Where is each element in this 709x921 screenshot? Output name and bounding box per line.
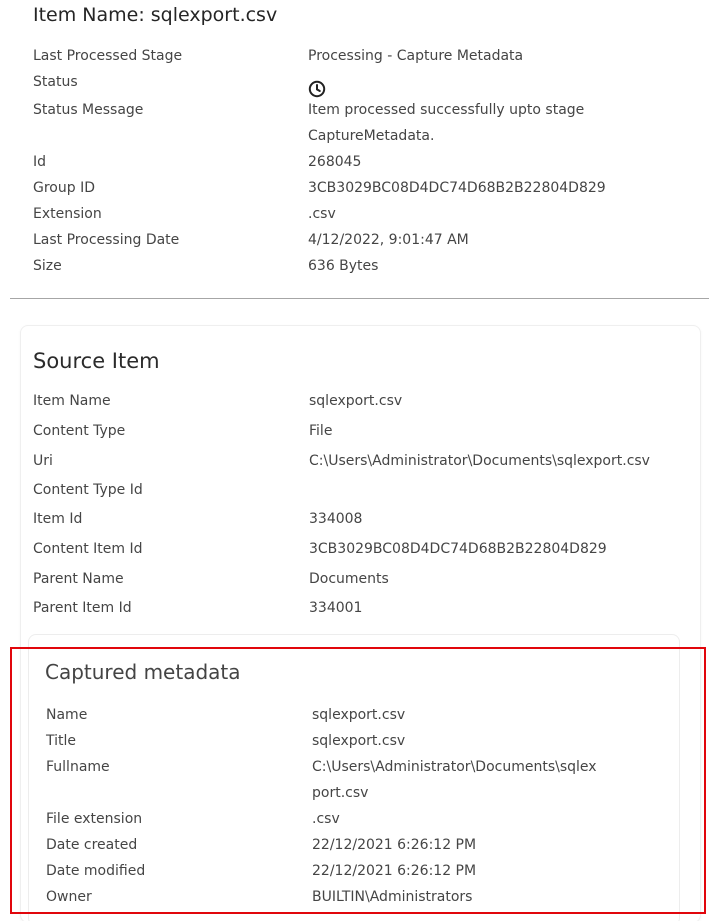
parent-name-value: Documents: [309, 571, 389, 587]
clock-icon: [308, 80, 326, 98]
metadata-fullname-value-line1: C:\Users\Administrator\Documents\sqlex: [312, 759, 597, 775]
metadata-file-extension-value: .csv: [312, 811, 340, 827]
last-processing-date-value: 4/12/2022, 9:01:47 AM: [308, 232, 469, 248]
id-value: 268045: [308, 154, 362, 170]
last-processed-stage-value: Processing - Capture Metadata: [308, 48, 524, 64]
size-label: Size: [33, 258, 62, 274]
content-item-id-label: Content Item Id: [33, 541, 143, 557]
source-item-heading: Source Item: [33, 349, 160, 373]
parent-name-label: Parent Name: [33, 571, 124, 587]
metadata-fullname-label: Fullname: [46, 759, 110, 775]
metadata-fullname-value-line2: port.csv: [312, 785, 369, 801]
metadata-date-created-label: Date created: [46, 837, 138, 853]
parent-item-id-label: Parent Item Id: [33, 600, 132, 616]
metadata-date-created-value: 22/12/2021 6:26:12 PM: [312, 837, 477, 853]
source-item-name-label: Item Name: [33, 393, 111, 409]
metadata-owner-value: BUILTIN\Administrators: [312, 889, 473, 905]
status-label: Status: [33, 74, 78, 90]
parent-item-id-value: 334001: [309, 600, 363, 616]
content-item-id-value: 3CB3029BC08D4DC74D68B2B22804D829: [309, 541, 607, 557]
metadata-name-label: Name: [46, 707, 88, 723]
item-name-heading: Item Name: sqlexport.csv: [33, 4, 278, 26]
last-processing-date-label: Last Processing Date: [33, 232, 180, 248]
metadata-title-label: Title: [46, 733, 77, 749]
status-message-label: Status Message: [33, 102, 144, 118]
content-type-value: File: [309, 423, 333, 439]
status-message-value-line1: Item processed successfully upto stage: [308, 102, 585, 118]
metadata-date-modified-label: Date modified: [46, 863, 146, 879]
captured-metadata-heading: Captured metadata: [45, 660, 241, 684]
content-type-id-label: Content Type Id: [33, 482, 143, 498]
content-type-label: Content Type: [33, 423, 126, 439]
status-message-value-line2: CaptureMetadata.: [308, 128, 435, 144]
last-processed-stage-label: Last Processed Stage: [33, 48, 183, 64]
group-id-value: 3CB3029BC08D4DC74D68B2B22804D829: [308, 180, 606, 196]
item-details-page: Item Name: sqlexport.csv Last Processed …: [0, 0, 709, 921]
uri-label: Uri: [33, 453, 53, 469]
uri-value: C:\Users\Administrator\Documents\sqlexpo…: [309, 453, 650, 469]
metadata-date-modified-value: 22/12/2021 6:26:12 PM: [312, 863, 477, 879]
metadata-file-extension-label: File extension: [46, 811, 143, 827]
metadata-owner-label: Owner: [46, 889, 92, 905]
item-id-value: 334008: [309, 511, 363, 527]
source-item-name-value: sqlexport.csv: [309, 393, 403, 409]
extension-label: Extension: [33, 206, 102, 222]
section-divider: [10, 298, 709, 299]
group-id-label: Group ID: [33, 180, 95, 196]
item-id-label: Item Id: [33, 511, 83, 527]
size-value: 636 Bytes: [308, 258, 379, 274]
extension-value: .csv: [308, 206, 336, 222]
metadata-title-value: sqlexport.csv: [312, 733, 406, 749]
id-label: Id: [33, 154, 47, 170]
metadata-name-value: sqlexport.csv: [312, 707, 406, 723]
